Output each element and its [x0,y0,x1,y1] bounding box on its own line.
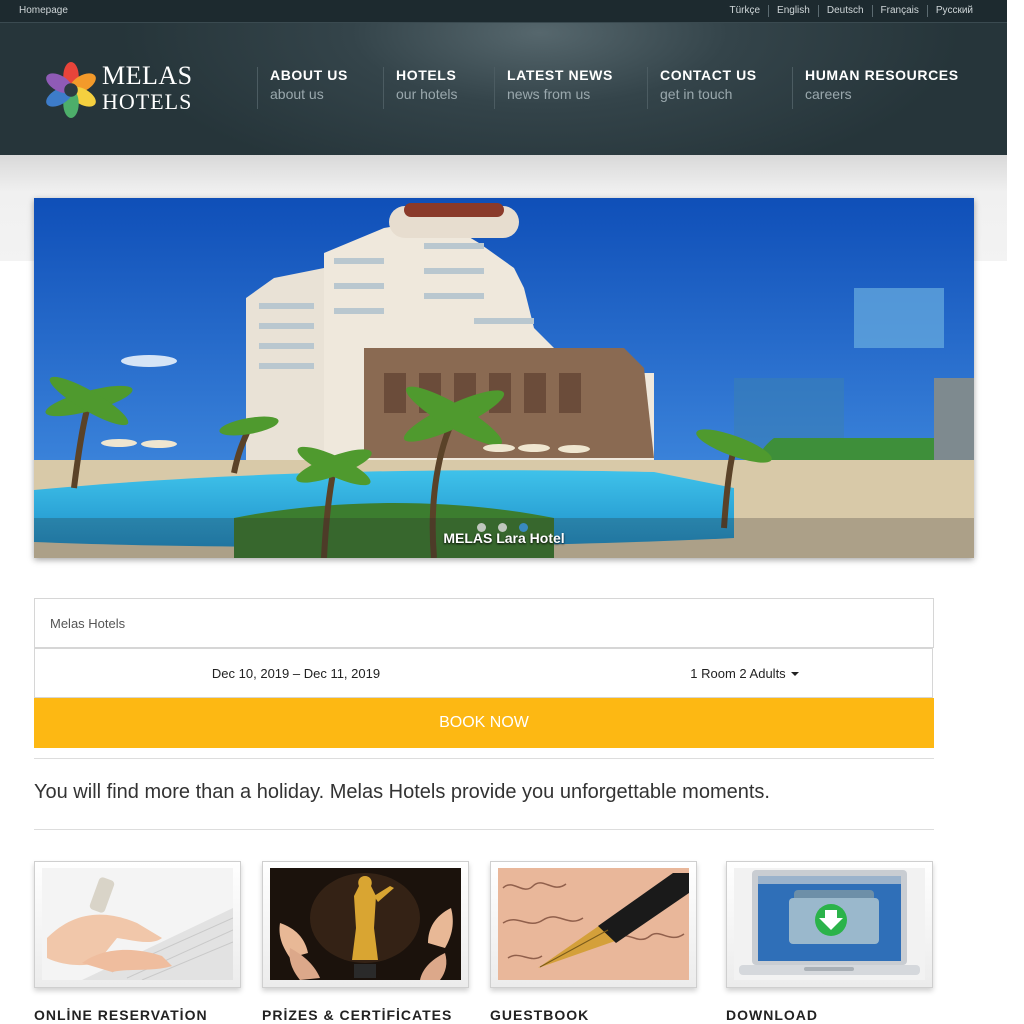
top-bar: Homepage Türkçe English Deutsch Français… [0,0,1007,23]
nav-human-resources-sub: careers [805,86,852,102]
feature-label[interactable]: GUESTBOOK [490,1007,589,1023]
fountain-pen-image [498,868,689,980]
caret-down-icon [790,671,799,676]
lang-english[interactable]: English [768,5,818,17]
nav-about-us[interactable]: ABOUT US about us [257,67,348,109]
nav-about-us-title: ABOUT US [270,67,348,83]
logo-text-melas: MELAS [102,61,193,90]
hotel-select[interactable]: Melas Hotels [34,598,934,648]
feature-label[interactable]: PRİZES & CERTİFİCATES [262,1007,452,1023]
feature-label[interactable]: DOWNLOAD [726,1007,818,1023]
lang-russian[interactable]: Русский [926,5,981,17]
hotel-select-value: Melas Hotels [50,616,126,631]
nav-latest-news[interactable]: LATEST NEWS news from us [494,67,613,109]
nav-contact-us-sub: get in touch [660,86,733,102]
divider [34,829,934,830]
logo-text-hotels: HOTELS [102,89,193,114]
guests-value: 1 Room 2 Adults [690,666,786,681]
tagline: You will find more than a holiday. Melas… [34,781,770,803]
feature-label[interactable]: ONLİNE RESERVATİON [34,1007,208,1023]
feature-guestbook[interactable]: GUESTBOOK [490,861,697,1023]
feature-prizes-certificates[interactable]: PRİZES & CERTİFİCATES [262,861,469,1023]
lang-german[interactable]: Deutsch [817,5,872,17]
language-switcher: Türkçe English Deutsch Français Русский [721,5,981,17]
nav-latest-news-title: LATEST NEWS [507,67,613,83]
lang-turkish[interactable]: Türkçe [721,5,768,17]
feature-download[interactable]: DOWNLOAD [726,861,933,1023]
divider [34,758,934,759]
site-header: MELAS HOTELS ABOUT US about us HOTELS ou… [0,23,1007,155]
nav-hotels-sub: our hotels [396,86,458,102]
nav-latest-news-sub: news from us [507,86,591,102]
hotel-photo-image [34,198,974,558]
laptop-download-image [734,868,925,980]
lang-french[interactable]: Français [871,5,927,17]
hero-slider[interactable]: MELAS Lara Hotel [34,198,974,558]
feature-online-reservation[interactable]: ONLİNE RESERVATİON [34,861,241,1023]
nav-contact-us[interactable]: CONTACT US get in touch [647,67,757,109]
nav-human-resources-title: HUMAN RESOURCES [805,67,959,83]
guests-dropdown[interactable]: 1 Room 2 Adults [557,648,933,698]
slide-caption: MELAS Lara Hotel [443,530,565,546]
date-range-picker[interactable]: Dec 10, 2019 – Dec 11, 2019 [34,648,558,698]
nav-contact-us-title: CONTACT US [660,67,757,83]
date-range-value: Dec 10, 2019 – Dec 11, 2019 [211,666,381,681]
flower-logo-icon [46,61,96,119]
book-now-button[interactable]: BOOK NOW [34,698,934,748]
homepage-link[interactable]: Homepage [19,5,68,16]
nav-hotels[interactable]: HOTELS our hotels [383,67,457,109]
typing-hands-image [42,868,233,980]
melas-logo[interactable]: MELAS HOTELS [42,59,202,119]
nav-about-us-sub: about us [270,86,324,102]
nav-hotels-title: HOTELS [396,67,457,83]
nav-human-resources[interactable]: HUMAN RESOURCES careers [792,67,959,109]
award-statue-image [270,868,461,980]
